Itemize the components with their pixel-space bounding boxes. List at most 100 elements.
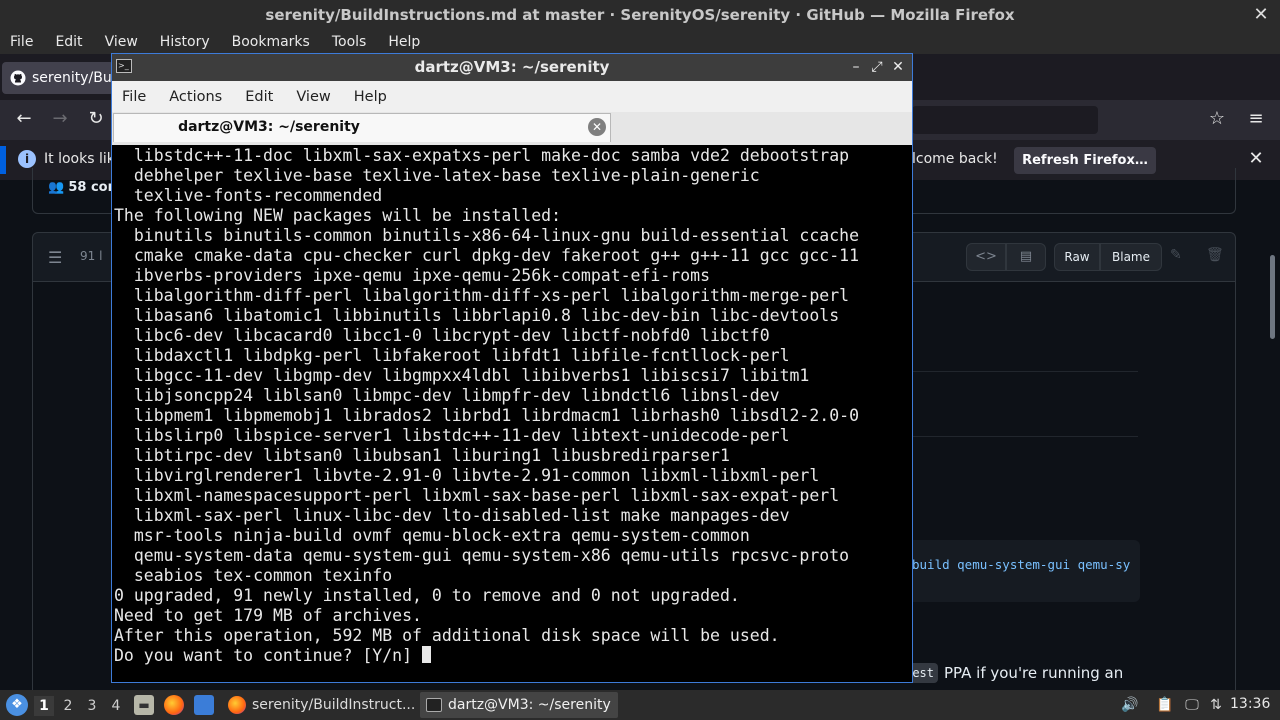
volume-icon[interactable]: 🔊 xyxy=(1120,695,1140,715)
taskbar-item-terminal[interactable]: dartz@VM3: ~/serenity xyxy=(420,692,618,718)
workspace-2[interactable]: 2 xyxy=(58,696,78,716)
reload-icon[interactable]: ↻ xyxy=(84,107,108,131)
firefox-tab-title: serenity/Buil xyxy=(32,70,114,86)
firefox-menu-bookmarks[interactable]: Bookmarks xyxy=(232,34,310,50)
back-arrow-icon[interactable]: ← xyxy=(12,107,36,131)
hamburger-menu-icon[interactable]: ≡ xyxy=(1244,107,1268,131)
terminal-close-icon[interactable]: ✕ xyxy=(889,57,907,77)
delete-trash-icon[interactable]: 🗑 xyxy=(1206,247,1224,263)
terminal-menu-edit[interactable]: Edit xyxy=(245,89,273,105)
code-view-icon[interactable]: <> xyxy=(966,243,1006,271)
terminal-tab-label: dartz@VM3: ~/serenity xyxy=(178,119,360,135)
terminal-output-line: msr-tools ninja-build ovmf qemu-block-ex… xyxy=(114,526,750,545)
outline-list-icon[interactable]: ☰ xyxy=(48,248,62,267)
notification-accent xyxy=(0,146,6,174)
terminal-output-line: The following NEW packages will be insta… xyxy=(114,206,562,225)
notification-text: It looks lik xyxy=(44,151,115,167)
firefox-title-bar: serenity/BuildInstructions.md at master … xyxy=(0,0,1280,30)
raw-button[interactable]: Raw xyxy=(1054,243,1100,271)
terminal-prompt-line: Do you want to continue? [Y/n] xyxy=(114,646,910,666)
terminal-menu-actions[interactable]: Actions xyxy=(169,89,222,105)
terminal-output-line: libasan6 libatomic1 libbinutils libbrlap… xyxy=(114,306,840,325)
code-block-text: build qemu-system-gui qemu-sy xyxy=(912,557,1131,572)
terminal-output-line: seabios tex-common texinfo xyxy=(114,566,393,585)
show-desktop-icon[interactable] xyxy=(194,695,214,715)
clipboard-icon[interactable]: 📋 xyxy=(1155,695,1175,715)
edit-pencil-icon[interactable]: ✎ xyxy=(1170,247,1182,263)
terminal-output-line: libjsoncpp24 liblsan0 libmpc-dev libmpfr… xyxy=(114,386,780,405)
file-manager-icon[interactable]: ▬ xyxy=(134,695,154,715)
firefox-launcher-icon[interactable] xyxy=(164,695,184,715)
firefox-menu-view[interactable]: View xyxy=(105,34,138,50)
display-icon[interactable]: 🖵 xyxy=(1182,695,1202,715)
terminal-output[interactable]: libstdc++-11-doc libxml-sax-expatxs-perl… xyxy=(114,146,910,680)
terminal-output-line: libdaxctl1 libdpkg-perl libfakeroot libf… xyxy=(114,346,790,365)
text-cursor xyxy=(421,646,431,663)
firefox-tab-github[interactable]: serenity/Buil xyxy=(2,62,114,94)
info-icon: i xyxy=(18,150,36,168)
taskbar-item-firefox-label: serenity/BuildInstruct... xyxy=(252,697,416,713)
terminal-output-line: 0 upgraded, 91 newly installed, 0 to rem… xyxy=(114,586,740,605)
url-bar[interactable] xyxy=(912,106,1098,134)
terminal-window-title: dartz@VM3: ~/serenity xyxy=(414,58,610,76)
clock: 13:36 xyxy=(1230,696,1271,712)
terminal-output-line: libstdc++-11-doc libxml-sax-expatxs-perl… xyxy=(114,146,850,165)
terminal-output-line: libpmem1 libpmemobj1 librados2 librbd1 l… xyxy=(114,406,860,425)
terminal-menubar: File Actions Edit View Help xyxy=(112,81,912,112)
terminal-icon xyxy=(426,698,442,712)
terminal-output-line: libxml-namespacesupport-perl libxml-sax-… xyxy=(114,486,840,505)
terminal-menu-file[interactable]: File xyxy=(122,89,146,105)
start-menu-icon[interactable]: ❖ xyxy=(6,694,28,716)
firefox-window-title: serenity/BuildInstructions.md at master … xyxy=(265,6,1015,24)
divider xyxy=(912,436,1138,437)
terminal-output-line: binutils binutils-common binutils-x86-64… xyxy=(114,226,860,245)
blame-button[interactable]: Blame xyxy=(1100,243,1162,271)
terminal-output-line: texlive-fonts-recommended xyxy=(114,186,383,205)
terminal-output-line: libc6-dev libcacard0 libcc1-0 libcrypt-d… xyxy=(114,326,770,345)
firefox-icon xyxy=(228,696,246,714)
maximize-icon[interactable]: ⤢ xyxy=(868,57,886,77)
taskbar-item-firefox[interactable]: serenity/BuildInstruct... xyxy=(222,692,418,718)
network-icon[interactable]: ⇅ xyxy=(1206,695,1226,715)
firefox-close-icon[interactable]: ✕ xyxy=(1252,6,1270,24)
forward-arrow-icon[interactable]: → xyxy=(48,107,72,131)
terminal-output-line: libxml-sax-perl linux-libc-dev lto-disab… xyxy=(114,506,790,525)
terminal-output-line: qemu-system-data qemu-system-gui qemu-sy… xyxy=(114,546,850,565)
firefox-menu-file[interactable]: File xyxy=(10,34,33,50)
terminal-output-line: Need to get 179 MB of archives. xyxy=(114,606,422,625)
terminal-output-line: libtirpc-dev libtsan0 libubsan1 liburing… xyxy=(114,446,730,465)
terminal-output-line: libvirglrenderer1 libvte-2.91-0 libvte-2… xyxy=(114,466,820,485)
firefox-menu-edit[interactable]: Edit xyxy=(55,34,82,50)
github-icon xyxy=(10,70,26,86)
preview-file-icon[interactable]: ▤ xyxy=(1006,243,1046,271)
terminal-output-line: ibverbs-providers ipxe-qemu ipxe-qemu-25… xyxy=(114,266,711,285)
terminal-tab-close-icon[interactable]: ✕ xyxy=(588,118,606,136)
bookmark-star-icon[interactable]: ☆ xyxy=(1205,107,1229,131)
terminal-output-line: libalgorithm-diff-perl libalgorithm-diff… xyxy=(114,286,850,305)
workspace-3[interactable]: 3 xyxy=(82,696,102,716)
terminal-output-line: After this operation, 592 MB of addition… xyxy=(114,626,780,645)
firefox-menubar: File Edit View History Bookmarks Tools H… xyxy=(0,30,1280,54)
terminal-output-line: libslirp0 libspice-server1 libstdc++-11-… xyxy=(114,426,790,445)
divider xyxy=(912,371,1138,372)
workspace-4[interactable]: 4 xyxy=(106,696,126,716)
notification-welcome-text: lcome back! xyxy=(912,151,998,167)
terminal-output-line: debhelper texlive-base texlive-latex-bas… xyxy=(114,166,760,185)
terminal-output-line: cmake cmake-data cpu-checker curl dpkg-d… xyxy=(114,246,860,265)
paragraph-text: PPA if you're running an xyxy=(944,664,1124,682)
taskbar-item-terminal-label: dartz@VM3: ~/serenity xyxy=(448,697,611,713)
firefox-menu-tools[interactable]: Tools xyxy=(332,34,367,50)
page-scrollbar[interactable] xyxy=(1270,255,1275,339)
firefox-menu-history[interactable]: History xyxy=(160,34,210,50)
terminal-menu-help[interactable]: Help xyxy=(354,89,387,105)
notification-close-icon[interactable]: ✕ xyxy=(1246,148,1266,170)
terminal-menu-view[interactable]: View xyxy=(296,89,330,105)
file-line-count: 91 l xyxy=(80,249,103,263)
taskbar xyxy=(0,690,1280,720)
workspace-1[interactable]: 1 xyxy=(34,696,54,716)
people-icon: 👥 xyxy=(48,180,69,195)
terminal-output-line: libgcc-11-dev libgmp-dev libgmpxx4ldbl l… xyxy=(114,366,810,385)
firefox-menu-help[interactable]: Help xyxy=(388,34,420,50)
contributors-count[interactable]: 👥 58 con xyxy=(48,180,117,195)
minimize-icon[interactable]: – xyxy=(847,57,865,77)
